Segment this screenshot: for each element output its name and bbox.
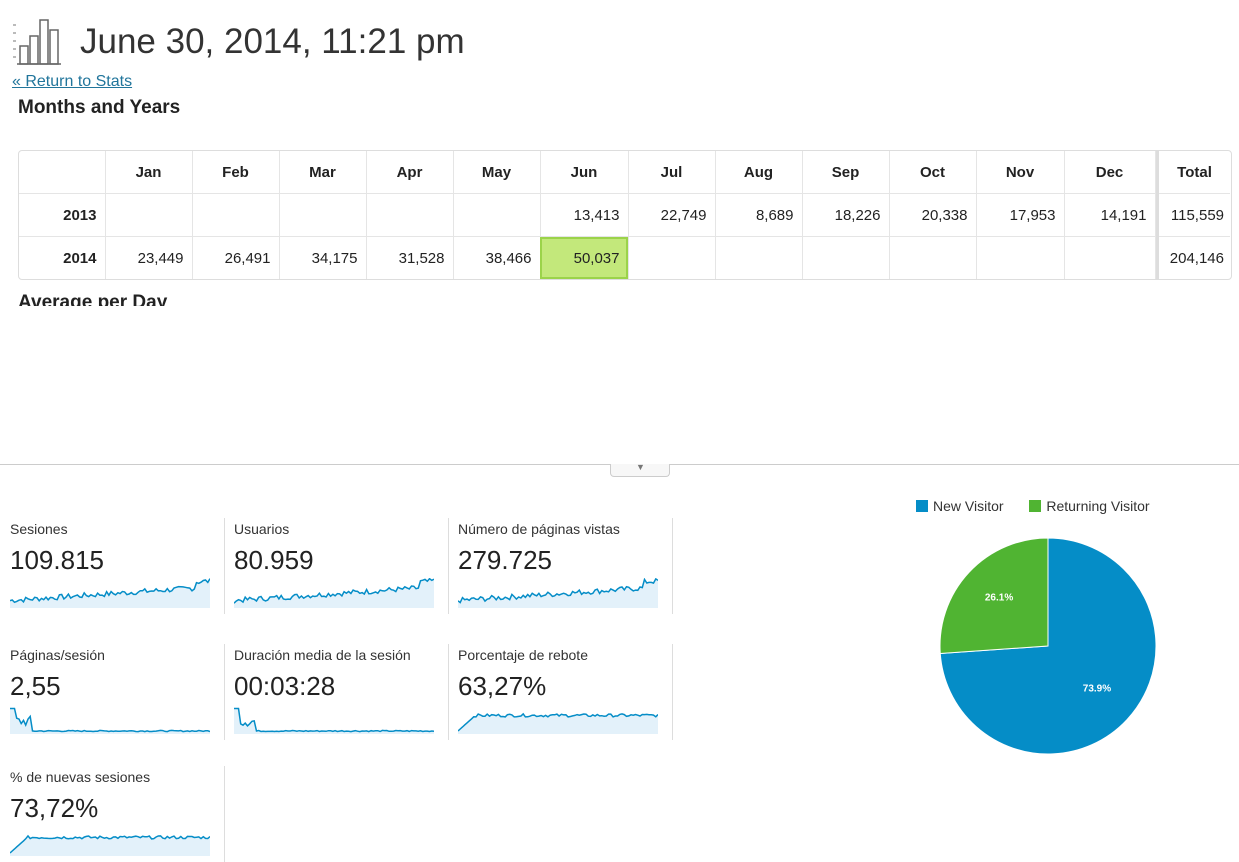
total-cell: 115,559 bbox=[1157, 193, 1230, 237]
metric-value: 00:03:28 bbox=[234, 671, 336, 701]
month-cell: 17,953 bbox=[976, 193, 1065, 237]
col-header: Oct bbox=[889, 151, 977, 194]
total-column: Total 115,559 204,146 bbox=[1156, 151, 1230, 279]
col-header: May bbox=[453, 151, 541, 194]
month-cell bbox=[1064, 236, 1156, 279]
metric-value: 279.725 bbox=[458, 545, 552, 575]
legend-swatch bbox=[1029, 500, 1042, 512]
metric-label: % de nuevas sesiones bbox=[10, 769, 151, 785]
metric-value: 80.959 bbox=[234, 545, 314, 575]
col-header: Apr bbox=[366, 151, 454, 194]
sparkline-area bbox=[234, 578, 434, 608]
month-cell: 20,338 bbox=[889, 193, 977, 237]
legend-label: New Visitor bbox=[933, 498, 1004, 514]
metric-value: 2,55 bbox=[10, 671, 61, 701]
metric-label: Número de páginas vistas bbox=[458, 521, 620, 537]
total-cell: 204,146 bbox=[1169, 249, 1224, 267]
year-cell: 2014 bbox=[19, 236, 106, 279]
month-cell: 31,528 bbox=[366, 236, 454, 279]
metric-avg-session-duration[interactable]: Duración media de la sesión 00:03:28 bbox=[234, 644, 449, 740]
metric-label: Porcentaje de rebote bbox=[458, 647, 588, 663]
legend-swatch bbox=[916, 500, 928, 512]
sparkline-area bbox=[234, 708, 434, 734]
month-cell: 8,689 bbox=[715, 193, 803, 237]
year-cell: 2013 bbox=[19, 193, 106, 237]
metric-sessions[interactable]: Sesiones 109.815 bbox=[10, 518, 225, 614]
col-header: Dec bbox=[1064, 151, 1156, 194]
sparkline bbox=[10, 578, 210, 608]
caret-down-icon: ▼ bbox=[636, 462, 645, 472]
month-cell bbox=[715, 236, 803, 279]
col-header: Mar bbox=[279, 151, 367, 194]
col-header: Aug bbox=[715, 151, 803, 194]
sparkline-area bbox=[458, 713, 658, 734]
col-header: Sep bbox=[802, 151, 890, 194]
sparkline bbox=[10, 707, 210, 734]
col-header: Jan bbox=[105, 151, 193, 194]
metric-pageviews[interactable]: Número de páginas vistas 279.725 bbox=[458, 518, 673, 614]
month-cell: 13,413 bbox=[540, 193, 629, 237]
pie-legend: New Visitor Returning Visitor bbox=[916, 498, 1150, 514]
metric-pages-per-session[interactable]: Páginas/sesión 2,55 bbox=[10, 644, 225, 740]
sparkline bbox=[458, 578, 658, 608]
bar-chart-icon bbox=[13, 19, 61, 65]
col-header bbox=[19, 151, 106, 194]
metric-label: Páginas/sesión bbox=[10, 647, 105, 663]
heading-text: Average per Day bbox=[18, 292, 168, 306]
total-header: Total bbox=[1157, 151, 1230, 194]
section-title: Months and Years bbox=[18, 97, 181, 118]
metric-new-sessions[interactable]: % de nuevas sesiones 73,72% bbox=[10, 766, 225, 862]
page-title: June 30, 2014, 11:21 pm bbox=[80, 22, 465, 61]
table-row: 2013 13,413 22,749 8,689 18,226 20,338 1… bbox=[19, 193, 1156, 237]
sparkline-line bbox=[234, 707, 434, 733]
month-cell: 34,175 bbox=[279, 236, 367, 279]
return-to-stats-link[interactable]: « Return to Stats bbox=[12, 73, 132, 91]
months-table: Jan Feb Mar Apr May Jun Jul Aug Sep Oct … bbox=[19, 151, 1156, 279]
month-cell bbox=[802, 236, 890, 279]
metric-value: 73,72% bbox=[10, 793, 99, 823]
metric-users[interactable]: Usuarios 80.959 bbox=[234, 518, 449, 614]
month-cell: 23,449 bbox=[105, 236, 193, 279]
month-cell: 22,749 bbox=[628, 193, 716, 237]
month-cell bbox=[889, 236, 977, 279]
col-header: Nov bbox=[976, 151, 1065, 194]
metric-label: Usuarios bbox=[234, 521, 290, 537]
month-cell: 18,226 bbox=[802, 193, 890, 237]
legend-label: Returning Visitor bbox=[1046, 498, 1150, 514]
col-header: Feb bbox=[192, 151, 280, 194]
pie-slice-label: 26.1% bbox=[985, 592, 1013, 603]
col-header: Jun bbox=[540, 151, 629, 194]
month-cell bbox=[105, 193, 193, 237]
month-cell bbox=[279, 193, 367, 237]
table-row: 2014 23,449 26,491 34,175 31,528 38,466 … bbox=[19, 236, 1156, 279]
sparkline-line bbox=[10, 707, 210, 733]
month-cell: 26,491 bbox=[192, 236, 280, 279]
month-cell bbox=[366, 193, 454, 237]
visitor-pie-chart: 73.9% 26.1% bbox=[939, 537, 1157, 755]
metric-value: 109.815 bbox=[10, 545, 104, 575]
sparkline bbox=[458, 712, 658, 734]
month-cell bbox=[453, 193, 541, 237]
pie-slice-label: 73.9% bbox=[1083, 684, 1111, 695]
month-cell bbox=[192, 193, 280, 237]
month-cell: 38,466 bbox=[453, 236, 541, 279]
month-cell bbox=[976, 236, 1065, 279]
metric-bounce-rate[interactable]: Porcentaje de rebote 63,27% bbox=[458, 644, 673, 740]
current-month-cell: 50,037 bbox=[540, 236, 629, 279]
metric-value: 63,27% bbox=[458, 671, 547, 701]
month-cell: 14,191 bbox=[1064, 193, 1156, 237]
sparkline bbox=[234, 578, 434, 608]
metric-label: Sesiones bbox=[10, 521, 68, 537]
sparkline bbox=[10, 834, 210, 856]
months-years-table: Jan Feb Mar Apr May Jun Jul Aug Sep Oct … bbox=[18, 150, 1232, 280]
metric-label: Duración media de la sesión bbox=[234, 647, 411, 663]
col-header: Jul bbox=[628, 151, 716, 194]
collapse-toggle[interactable]: ▼ bbox=[610, 462, 670, 477]
month-cell bbox=[628, 236, 716, 279]
table-header-row: Jan Feb Mar Apr May Jun Jul Aug Sep Oct … bbox=[19, 151, 1156, 194]
average-per-day-heading: Average per Day bbox=[18, 292, 218, 306]
sparkline-area bbox=[458, 578, 658, 608]
sparkline bbox=[234, 707, 434, 734]
